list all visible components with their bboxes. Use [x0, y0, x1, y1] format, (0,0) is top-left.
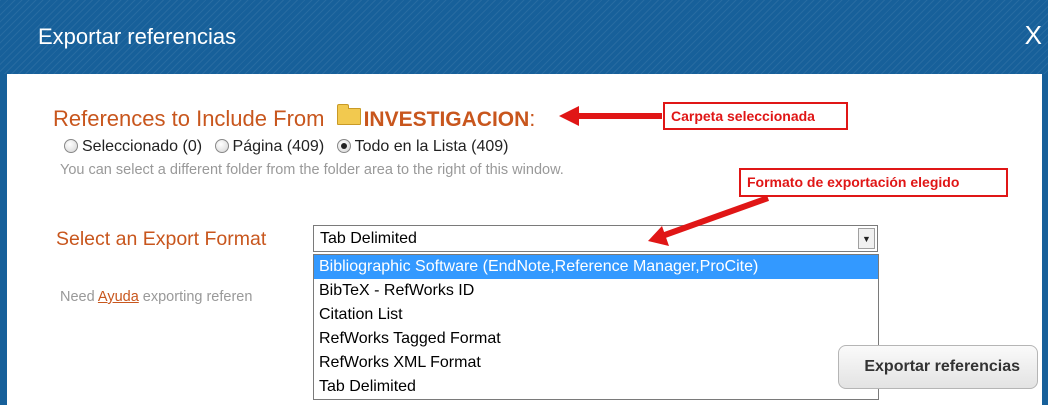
- export-references-button-label: Exportar referencias: [864, 358, 1020, 375]
- dropdown-arrow-icon[interactable]: ▼: [858, 228, 875, 249]
- reference-scope-radio-group: Seleccionado (0) Página (409) Todo en la…: [64, 138, 516, 156]
- references-heading-label: References to Include From: [53, 106, 325, 131]
- format-option-refworks-xml[interactable]: RefWorks XML Format: [314, 351, 878, 375]
- folder-callout-arrow: [559, 106, 662, 126]
- dialog-frame-right: [1042, 74, 1048, 405]
- folder-callout: Carpeta seleccionada: [663, 102, 848, 130]
- format-option-refworks-tagged[interactable]: RefWorks Tagged Format: [314, 327, 878, 351]
- format-option-tab-delimited[interactable]: Tab Delimited: [314, 375, 878, 399]
- radio-selected[interactable]: [64, 139, 78, 153]
- format-option-bibliographic-software[interactable]: Bibliographic Software (EndNote,Referenc…: [314, 255, 878, 279]
- heading-colon: :: [529, 106, 536, 131]
- folder-name: INVESTIGACION: [363, 108, 530, 131]
- help-prefix: Need: [60, 289, 95, 305]
- export-references-button[interactable]: Exportar referencias: [838, 345, 1038, 389]
- format-option-citation-list[interactable]: Citation List: [314, 303, 878, 327]
- export-format-label: Select an Export Format: [56, 228, 267, 250]
- references-heading: References to Include From INVESTIGACION…: [53, 104, 536, 132]
- folder-icon: [336, 104, 361, 125]
- help-suffix: exporting referen: [142, 289, 253, 305]
- radio-page[interactable]: [214, 139, 229, 153]
- close-button[interactable]: X: [1025, 20, 1042, 51]
- dialog-titlebar: Exportar referencias X: [0, 0, 1048, 74]
- export-format-select[interactable]: Tab Delimited ▼: [313, 225, 878, 252]
- radio-all-in-list-label: Todo en la Lista (409): [354, 138, 509, 155]
- export-format-options-list: Bibliographic Software (EndNote,Referenc…: [313, 254, 879, 400]
- radio-selected-label: Seleccionado (0): [82, 138, 203, 155]
- export-format-selected-value: Tab Delimited: [320, 230, 417, 247]
- format-callout: Formato de exportación elegido: [739, 168, 1008, 197]
- dialog-frame-left: [0, 74, 7, 405]
- help-text: Need Ayuda exporting referen: [60, 289, 252, 305]
- radio-all-in-list[interactable]: [336, 139, 351, 153]
- radio-page-label: Página (409): [232, 138, 325, 155]
- dialog-title: Exportar referencias: [38, 24, 237, 49]
- format-option-bibtex[interactable]: BibTeX - RefWorks ID: [314, 279, 878, 303]
- help-link[interactable]: Ayuda: [98, 289, 139, 305]
- folder-hint-text: You can select a different folder from t…: [60, 162, 564, 178]
